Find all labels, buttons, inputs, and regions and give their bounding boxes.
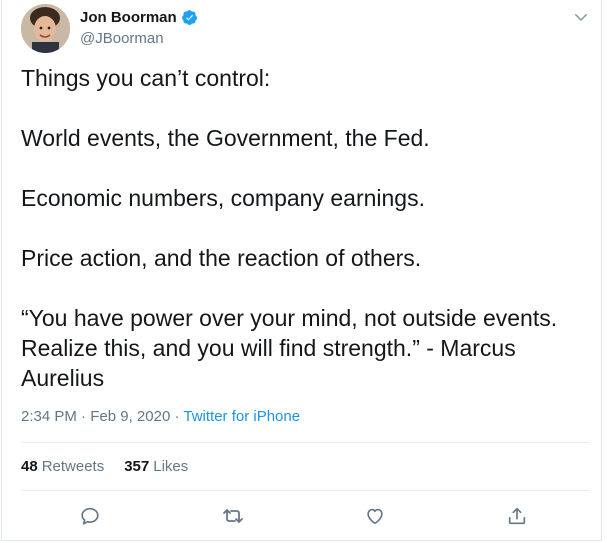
tweet-time[interactable]: 2:34 PM (21, 408, 77, 425)
likes-stat[interactable]: 357 Likes (124, 458, 188, 475)
meta-separator: · (81, 408, 91, 425)
share-icon[interactable] (505, 504, 529, 528)
likes-label: Likes (153, 458, 189, 475)
reply-icon[interactable] (78, 504, 102, 528)
retweets-count: 48 (21, 458, 38, 475)
tweet-card: Jon Boorman @JBoorman Things you can’t c… (1, 0, 602, 541)
retweets-stat[interactable]: 48 Retweets (21, 458, 104, 475)
chevron-down-icon[interactable] (572, 8, 590, 26)
like-icon[interactable] (363, 504, 387, 528)
tweet-text: Things you can’t control: World events, … (21, 65, 558, 391)
author-name[interactable]: Jon Boorman (80, 9, 177, 26)
tweet-stats: 48 Retweets 357 Likes (21, 458, 188, 475)
author-handle[interactable]: @JBoorman (80, 30, 164, 47)
likes-count: 357 (124, 458, 150, 475)
tweet-source-link[interactable]: Twitter for iPhone (183, 408, 300, 425)
divider (21, 490, 589, 491)
avatar[interactable] (21, 4, 70, 53)
tweet-date[interactable]: Feb 9, 2020 (90, 408, 170, 425)
retweets-label: Retweets (41, 458, 105, 475)
retweet-icon[interactable] (221, 504, 245, 528)
action-bar (2, 504, 603, 530)
verified-badge-icon (181, 9, 198, 26)
author-name-row[interactable]: Jon Boorman (80, 9, 198, 26)
divider (21, 442, 589, 443)
tweet-meta: 2:34 PM · Feb 9, 2020 · Twitter for iPho… (21, 408, 300, 425)
